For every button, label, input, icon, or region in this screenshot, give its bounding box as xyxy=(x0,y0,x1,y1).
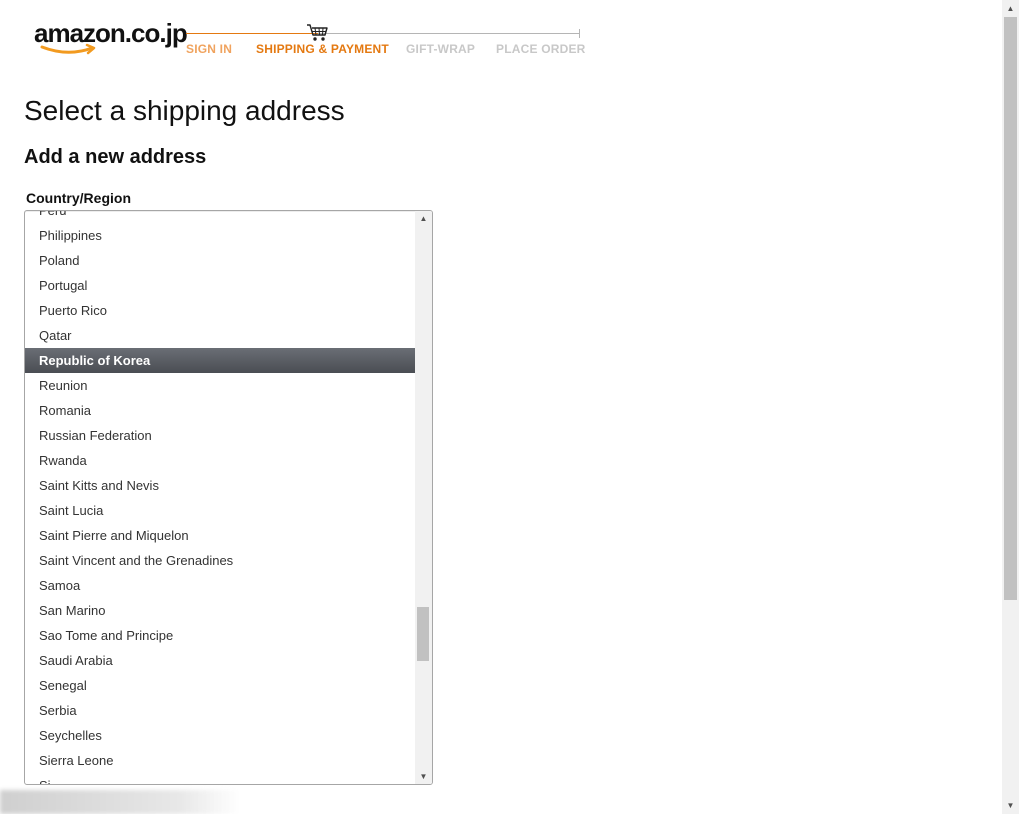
checkout-progress: SIGN IN SHIPPING & PAYMENT GIFT-WRAP PLA… xyxy=(186,24,585,60)
country-option[interactable]: Portugal xyxy=(25,273,415,298)
country-option[interactable]: Samoa xyxy=(25,573,415,598)
progress-line-completed xyxy=(186,33,318,34)
country-option[interactable]: Sao Tome and Principe xyxy=(25,623,415,648)
country-option[interactable]: Sierra Leone xyxy=(25,748,415,773)
country-option[interactable]: Rwanda xyxy=(25,448,415,473)
step-place-order: PLACE ORDER xyxy=(496,42,586,56)
amazon-logo[interactable]: amazon.co.jp xyxy=(34,18,188,58)
page-scroll-down-icon[interactable]: ▼ xyxy=(1002,797,1019,814)
listbox-scroll-thumb[interactable] xyxy=(417,607,429,661)
country-option[interactable]: Saint Vincent and the Grenadines xyxy=(25,548,415,573)
country-option[interactable]: Romania xyxy=(25,398,415,423)
country-option[interactable]: Saint Pierre and Miquelon xyxy=(25,523,415,548)
country-option[interactable]: Saint Lucia xyxy=(25,498,415,523)
country-list-items: PeruPhilippinesPolandPortugalPuerto Rico… xyxy=(25,211,415,784)
country-option[interactable]: Saint Kitts and Nevis xyxy=(25,473,415,498)
blurred-region xyxy=(0,790,240,814)
step-gift-wrap: GIFT-WRAP xyxy=(406,42,476,56)
progress-end-tick xyxy=(579,29,580,38)
smile-arrow-icon xyxy=(40,43,96,55)
country-option[interactable]: Reunion xyxy=(25,373,415,398)
country-option[interactable]: Senegal xyxy=(25,673,415,698)
country-list-viewport: PeruPhilippinesPolandPortugalPuerto Rico… xyxy=(25,211,415,784)
listbox-scroll-down-icon[interactable]: ▼ xyxy=(415,769,432,784)
section-title: Add a new address xyxy=(24,146,207,168)
country-option[interactable]: Qatar xyxy=(25,323,415,348)
cart-icon xyxy=(307,24,328,41)
step-sign-in[interactable]: SIGN IN xyxy=(186,42,232,56)
page-scroll-up-icon[interactable]: ▲ xyxy=(1002,0,1019,17)
country-option[interactable]: Peru xyxy=(25,211,415,223)
country-option[interactable]: Poland xyxy=(25,248,415,273)
country-option-selected[interactable]: Republic of Korea xyxy=(25,348,415,373)
page-title: Select a shipping address xyxy=(24,95,345,126)
country-option[interactable]: Si xyxy=(25,773,415,784)
country-region-listbox[interactable]: PeruPhilippinesPolandPortugalPuerto Rico… xyxy=(24,210,433,785)
country-option[interactable]: Russian Federation xyxy=(25,423,415,448)
checkout-page: amazon.co.jp SIGN IN SHIPPING & PAYMENT … xyxy=(0,0,1019,814)
listbox-scrollbar[interactable]: ▲ ▼ xyxy=(415,211,432,784)
country-region-label: Country/Region xyxy=(26,190,131,206)
country-option[interactable]: San Marino xyxy=(25,598,415,623)
listbox-scroll-up-icon[interactable]: ▲ xyxy=(415,211,432,226)
country-option[interactable]: Puerto Rico xyxy=(25,298,415,323)
country-option[interactable]: Serbia xyxy=(25,698,415,723)
progress-line-remaining xyxy=(318,33,580,34)
country-option[interactable]: Philippines xyxy=(25,223,415,248)
page-scrollbar[interactable]: ▲ ▼ xyxy=(1002,0,1019,814)
page-scroll-thumb[interactable] xyxy=(1004,17,1017,600)
step-shipping-payment: SHIPPING & PAYMENT xyxy=(256,42,389,56)
country-option[interactable]: Seychelles xyxy=(25,723,415,748)
country-option[interactable]: Saudi Arabia xyxy=(25,648,415,673)
